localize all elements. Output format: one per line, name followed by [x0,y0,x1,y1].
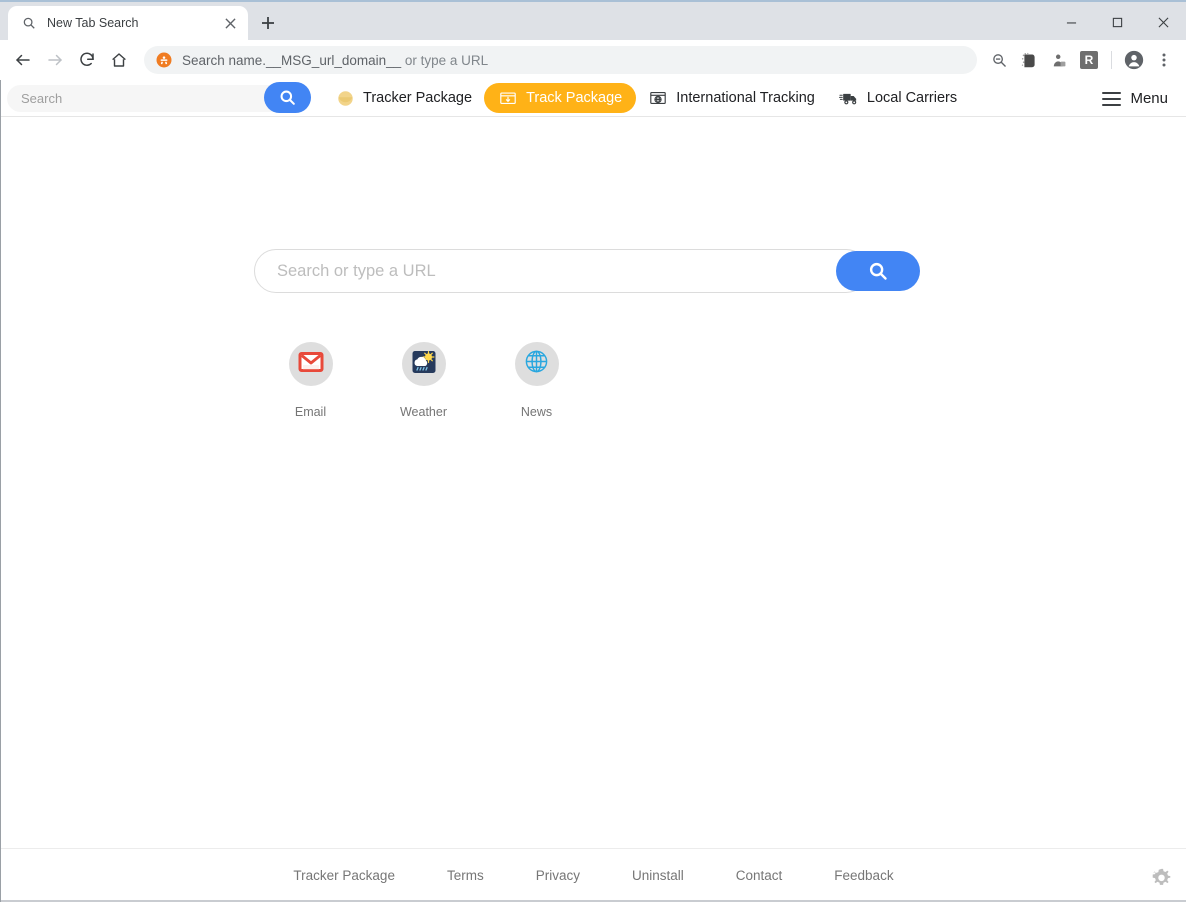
shortcut-label: Weather [399,405,447,419]
reload-button[interactable] [72,45,102,75]
nav-item-international-tracking[interactable]: International Tracking [636,83,827,113]
footer-link-uninstall[interactable]: Uninstall [606,868,710,883]
shortcut-circle [401,342,446,386]
browser-window: New Tab Search Search name.__MSG_url_dom… [0,0,1186,902]
nav-item-track-package[interactable]: Track Package [484,83,637,113]
nav-item-label: Local Carriers [866,90,958,106]
hamburger-menu-icon [1102,91,1122,106]
footer-link-terms[interactable]: Terms [421,868,510,883]
shortcut-circle [514,342,559,386]
footer-link-tracker-package[interactable]: Tracker Package [267,868,421,883]
weather-cloud-sun-icon [411,349,437,380]
window-controls [1048,2,1186,42]
footer-link-contact[interactable]: Contact [710,868,809,883]
extension-icon-dark[interactable] [1015,46,1043,74]
minimize-button[interactable] [1048,2,1094,42]
nav-item-local-carriers[interactable]: Local Carriers [827,83,969,113]
nav-item-label: International Tracking [676,90,815,106]
nav-item-label: Tracker Package [363,90,473,106]
nav-search-button[interactable] [264,82,311,113]
tab-strip: New Tab Search [0,0,1186,40]
hero-search-input[interactable] [254,249,868,293]
home-button[interactable] [104,45,134,75]
shortcut-label: News [520,405,553,419]
globe-icon [524,349,549,379]
shortcut-news[interactable]: News [480,342,593,419]
new-tab-button[interactable] [254,9,282,37]
gmail-envelope-icon [298,349,324,380]
nav-item-label: Track Package [526,90,623,106]
extension-menu-button[interactable]: Menu [1102,80,1168,117]
hero-search-group [254,249,940,293]
navbar-search-group [1,80,323,116]
address-bar-query: Search name.__MSG_url_domain__ [182,52,402,68]
zoom-out-icon[interactable] [985,46,1013,74]
footer-link-feedback[interactable]: Feedback [808,868,919,883]
delivery-truck-icon [838,88,859,108]
page-content: Tracker Package Track Package [0,80,1186,902]
search-icon [20,14,38,32]
browser-toolbar: Search name.__MSG_url_domain__ or type a… [0,40,1186,80]
tab-title: New Tab Search [47,16,139,30]
shortcut-weather[interactable]: Weather [367,342,480,419]
profile-avatar[interactable] [1120,46,1148,74]
gear-icon[interactable] [1148,866,1174,892]
hero-search-button[interactable] [836,251,920,291]
forward-button[interactable] [40,45,70,75]
browser-tab[interactable]: New Tab Search [8,6,248,40]
main-area: Email [1,117,1186,848]
extension-favicon-orange [156,52,172,68]
package-circle-icon [335,88,355,108]
footer-link-privacy[interactable]: Privacy [510,868,606,883]
close-icon[interactable] [220,13,240,33]
extension-badge-r-label: R [1080,51,1098,69]
shortcut-circle [288,342,333,386]
shortcut-label: Email [294,405,327,419]
address-bar-hint: or type a URL [401,52,489,68]
address-bar-text: Search name.__MSG_url_domain__ or type a… [182,53,488,68]
extension-icon-small[interactable] [1045,46,1073,74]
search-input[interactable] [7,85,307,112]
nav-item-tracker-package[interactable]: Tracker Package [323,83,484,113]
maximize-button[interactable] [1094,2,1140,42]
address-bar[interactable]: Search name.__MSG_url_domain__ or type a… [144,46,977,74]
shortcut-email[interactable]: Email [254,342,367,419]
toolbar-divider [1111,51,1112,69]
package-box-icon [498,88,518,108]
navbar-items: Tracker Package Track Package Internatio… [323,83,969,113]
extension-navbar: Tracker Package Track Package [1,80,1186,117]
international-package-icon [648,88,668,108]
page-footer: Tracker Package Terms Privacy Uninstall … [1,848,1186,902]
extension-badge-r[interactable]: R [1075,46,1103,74]
back-button[interactable] [8,45,38,75]
browser-menu-icon[interactable] [1150,46,1178,74]
shortcut-list: Email Weather News [254,342,940,419]
extension-menu-label: Menu [1130,90,1168,107]
close-window-button[interactable] [1140,2,1186,42]
